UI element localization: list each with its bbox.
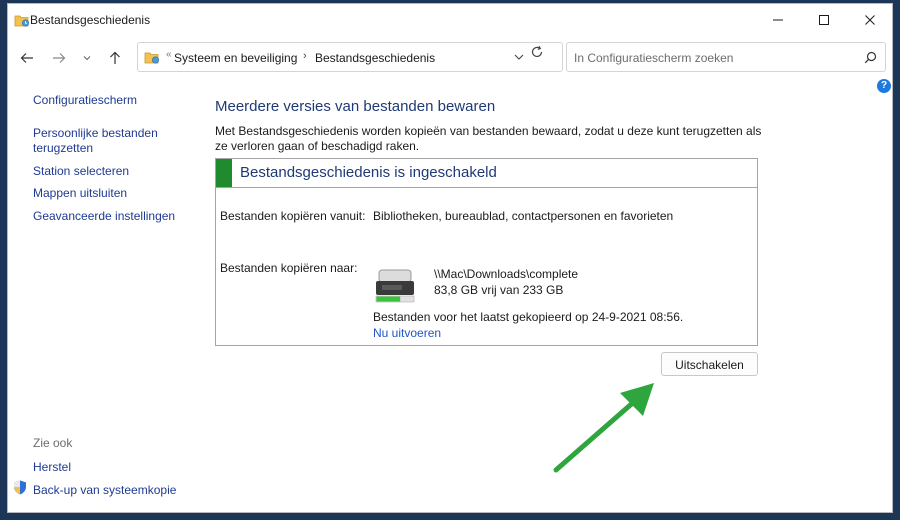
last-copied-text: Bestanden voor het laatst gekopieerd op …: [373, 310, 684, 324]
file-history-app-icon: [14, 13, 30, 27]
search-input[interactable]: [572, 43, 856, 73]
maximize-icon: [819, 15, 829, 25]
search-button[interactable]: [864, 51, 877, 67]
status-header: Bestandsgeschiedenis is ingeschakeld: [216, 159, 757, 188]
title-bar: Bestandsgeschiedenis: [8, 4, 892, 36]
status-text: Bestandsgeschiedenis is ingeschakeld: [240, 164, 497, 181]
sidebar-link-exclude-folders[interactable]: Mappen uitsluiten: [33, 186, 127, 201]
minimize-icon: [773, 19, 783, 21]
file-history-status-panel: Bestandsgeschiedenis is ingeschakeld Bes…: [215, 158, 758, 346]
breadcrumb-prefix: «: [166, 49, 172, 60]
backup-drive-space: 83,8 GB vrij van 233 GB: [434, 283, 564, 297]
refresh-icon: [531, 45, 543, 58]
uac-shield-icon: [13, 480, 27, 498]
address-dropdown-button[interactable]: [513, 51, 525, 65]
close-icon: [865, 15, 875, 25]
maximize-button[interactable]: [801, 4, 847, 36]
help-button[interactable]: ?: [877, 79, 891, 93]
arrow-up-icon: [110, 51, 120, 64]
sidebar-link-restore-files[interactable]: Persoonlijke bestanden terugzetten: [33, 126, 193, 156]
drive-icon: [374, 269, 416, 306]
chevron-down-icon: [83, 56, 91, 61]
refresh-button[interactable]: [530, 45, 544, 62]
file-history-window: Bestandsgeschiedenis « Systeem en beveil…: [7, 3, 893, 513]
copy-from-label: Bestanden kopiëren vanuit:: [220, 209, 366, 223]
page-title: Meerdere versies van bestanden bewaren: [215, 98, 496, 115]
copy-from-value: Bibliotheken, bureaublad, contactpersone…: [373, 209, 674, 223]
arrow-right-icon: [53, 53, 66, 63]
run-now-link[interactable]: Nu uitvoeren: [373, 326, 441, 340]
window-title: Bestandsgeschiedenis: [30, 13, 151, 27]
search-icon: [864, 51, 877, 64]
backup-drive-path: \\Mac\Downloads\complete: [434, 267, 579, 281]
page-description: Met Bestandsgeschiedenis worden kopieën …: [215, 124, 762, 153]
turn-off-button[interactable]: Uitschakelen: [661, 352, 758, 376]
sidebar-link-recovery[interactable]: Herstel: [33, 460, 71, 475]
sidebar-link-advanced-settings[interactable]: Geavanceerde instellingen: [33, 209, 175, 224]
breadcrumb-file-history[interactable]: Bestandsgeschiedenis: [315, 51, 435, 65]
search-box[interactable]: [566, 42, 886, 73]
address-bar[interactable]: « Systeem en beveiliging › Bestandsgesch…: [137, 42, 563, 72]
sidebar-link-select-drive[interactable]: Station selecteren: [33, 164, 129, 179]
arrow-left-icon: [20, 53, 33, 63]
recent-locations-button[interactable]: [76, 48, 98, 68]
see-also-heading: Zie ook: [33, 436, 73, 450]
drive-usage-bar: [376, 296, 401, 302]
close-button[interactable]: [847, 4, 892, 36]
breadcrumb-system-security[interactable]: Systeem en beveiliging: [174, 51, 297, 65]
file-history-location-icon: [144, 50, 160, 67]
copy-to-label: Bestanden kopiëren naar:: [220, 261, 358, 275]
sidebar-link-control-panel[interactable]: Configuratiescherm: [33, 93, 137, 108]
minimize-button[interactable]: [755, 4, 801, 36]
chevron-down-icon: [514, 54, 524, 60]
sidebar-link-system-image-backup[interactable]: Back-up van systeemkopie: [33, 483, 176, 498]
up-button[interactable]: [104, 48, 126, 68]
breadcrumb-separator[interactable]: ›: [303, 50, 307, 62]
forward-button[interactable]: [48, 48, 70, 68]
back-button[interactable]: [16, 48, 38, 68]
status-indicator: [216, 159, 232, 187]
